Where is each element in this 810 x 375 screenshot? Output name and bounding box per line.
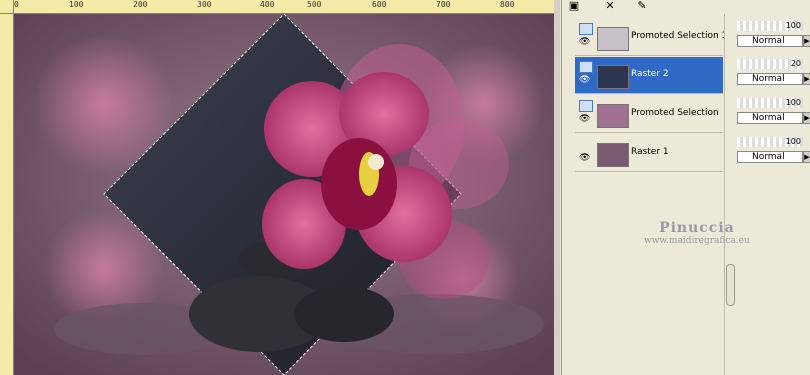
horizontal-ruler: 0 100 200 300 400 500 600 700 800	[0, 0, 560, 14]
opacity-slider[interactable]: 100	[737, 21, 803, 31]
layer-properties: 100 Normal ▶	[735, 96, 810, 132]
blend-mode-select[interactable]: Normal	[737, 112, 803, 124]
ruler-label: 300	[197, 0, 212, 9]
brush-icon[interactable]: ✎	[634, 0, 650, 12]
watermark-url: www.maidiregrafica.eu	[644, 236, 750, 246]
visibility-eye-icon[interactable]: 👁	[579, 153, 590, 163]
canvas-frame-edge	[554, 0, 560, 375]
layer-name: Promoted Selection	[631, 108, 719, 118]
blend-mode-select[interactable]: Normal	[737, 73, 803, 85]
layer-name: Promoted Selection 1	[631, 31, 728, 41]
layer-thumbnail	[597, 65, 629, 89]
layer-type-icon	[579, 23, 593, 35]
blend-dropdown-arrow-icon[interactable]: ▶	[803, 151, 810, 163]
ruler-label: 600	[372, 0, 387, 9]
layer-thumbnail	[597, 104, 629, 128]
vertical-ruler	[0, 13, 14, 375]
layer-row-promoted-selection-1[interactable]: 👁 Promoted Selection 1	[575, 19, 727, 56]
visibility-eye-icon[interactable]: 👁	[579, 37, 590, 47]
ruler-label: 800	[500, 0, 515, 9]
layer-row-promoted-selection[interactable]: 👁 Promoted Selection	[575, 96, 723, 133]
ruler-label: 0	[14, 0, 19, 9]
ruler-label: 700	[436, 0, 451, 9]
blend-mode-select[interactable]: Normal	[737, 151, 803, 163]
layer-properties: 100 Normal ▶	[735, 19, 810, 55]
blend-mode-select[interactable]: Normal	[737, 35, 803, 47]
ruler-label: 200	[133, 0, 148, 9]
canvas-artwork	[14, 14, 554, 375]
delete-layer-icon[interactable]: ✕	[602, 0, 618, 12]
scroll-thumb[interactable]	[726, 264, 735, 306]
layer-row-raster-2[interactable]: 👁 Raster 2	[575, 57, 723, 94]
layer-row-raster-1[interactable]: 👁 Raster 1	[575, 135, 723, 172]
opacity-slider[interactable]: 20	[737, 59, 803, 69]
watermark: Pinuccia www.maidiregrafica.eu	[644, 220, 750, 246]
ruler-label: 500	[307, 0, 322, 9]
opacity-slider[interactable]: 100	[737, 137, 803, 147]
blend-dropdown-arrow-icon[interactable]: ▶	[803, 112, 810, 124]
image-canvas[interactable]	[14, 14, 560, 375]
new-layer-icon[interactable]: ▣	[566, 0, 582, 12]
layer-name: Raster 2	[631, 69, 669, 79]
layer-thumbnail	[597, 143, 629, 167]
blend-dropdown-arrow-icon[interactable]: ▶	[803, 35, 810, 47]
layer-type-icon	[579, 100, 593, 112]
layer-type-icon	[579, 61, 593, 73]
visibility-eye-icon[interactable]: 👁	[579, 75, 590, 85]
ruler-label: 400	[260, 0, 275, 9]
ruler-label: 100	[69, 0, 84, 9]
visibility-eye-icon[interactable]: 👁	[579, 114, 590, 124]
ruler-corner	[0, 0, 14, 14]
watermark-name: Pinuccia	[659, 220, 735, 236]
layers-scrollbar[interactable]	[724, 14, 735, 375]
opacity-slider[interactable]: 100	[737, 98, 803, 108]
layer-name: Raster 1	[631, 147, 669, 157]
layer-properties: 20 Normal ▶	[735, 57, 810, 93]
blend-dropdown-arrow-icon[interactable]: ▶	[803, 73, 810, 85]
layers-toolbar: ▣ ✕ ✎	[562, 0, 810, 14]
layer-properties: 100 Normal ▶	[735, 135, 810, 171]
layers-palette: ▣ ✕ ✎ 👁 Promoted Selection 1 👁 Raster 2 …	[561, 0, 810, 375]
layer-thumbnail	[597, 27, 629, 51]
